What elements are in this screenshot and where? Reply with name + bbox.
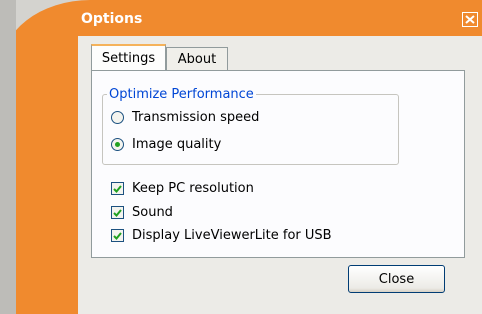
close-button[interactable]: Close: [348, 265, 445, 293]
radio-button[interactable]: [111, 138, 124, 151]
checkbox-label: Sound: [132, 205, 173, 220]
radio-selected-dot: [115, 142, 120, 147]
radio-label: Transmission speed: [132, 110, 260, 125]
checkbox-display-liveviewerlite-usb[interactable]: Display LiveViewerLite for USB: [111, 228, 332, 243]
window-title: Options: [81, 11, 143, 27]
tab-settings-label: Settings: [101, 51, 156, 66]
tab-about[interactable]: About: [166, 47, 228, 71]
radio-image-quality[interactable]: Image quality: [111, 137, 221, 152]
checkbox-sound[interactable]: Sound: [111, 205, 173, 220]
window-close-button[interactable]: [462, 12, 478, 27]
checkmark-icon: [113, 208, 122, 217]
checkbox-keep-pc-resolution[interactable]: Keep PC resolution: [111, 181, 254, 196]
tab-settings[interactable]: Settings: [91, 44, 166, 71]
checkmark-icon: [113, 184, 122, 193]
optimize-performance-group: [102, 94, 399, 165]
checkbox[interactable]: [111, 206, 124, 219]
close-button-label: Close: [378, 271, 415, 287]
radio-label: Image quality: [132, 137, 222, 152]
checkbox-label: Keep PC resolution: [132, 181, 254, 196]
background-edge: [0, 0, 16, 314]
close-icon: [465, 15, 475, 24]
group-title: Optimize Performance: [107, 87, 256, 102]
checkbox[interactable]: [111, 229, 124, 242]
radio-button[interactable]: [111, 111, 124, 124]
checkbox[interactable]: [111, 182, 124, 195]
radio-transmission-speed[interactable]: Transmission speed: [111, 110, 259, 125]
tab-about-label: About: [177, 52, 217, 67]
title-bar[interactable]: Options: [70, 8, 478, 30]
checkmark-icon: [113, 231, 122, 240]
checkbox-label: Display LiveViewerLite for USB: [132, 228, 332, 243]
